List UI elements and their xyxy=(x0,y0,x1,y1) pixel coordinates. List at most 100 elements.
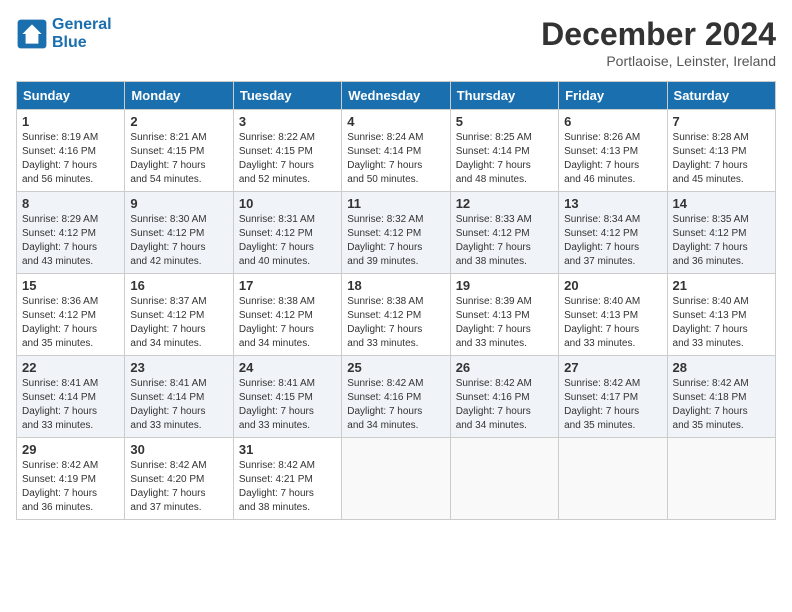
day-info: Sunrise: 8:32 AMSunset: 4:12 PMDaylight:… xyxy=(347,213,444,269)
day-info: Sunrise: 8:34 AMSunset: 4:12 PMDaylight:… xyxy=(564,213,661,269)
calendar-cell xyxy=(342,438,450,520)
weekday-header: Wednesday xyxy=(342,82,450,110)
calendar-cell: 19Sunrise: 8:39 AMSunset: 4:13 PMDayligh… xyxy=(450,274,558,356)
day-info: Sunrise: 8:35 AMSunset: 4:12 PMDaylight:… xyxy=(673,213,770,269)
calendar-cell: 9 Sunrise: 8:30 AMSunset: 4:12 PMDaylight… xyxy=(125,192,233,274)
calendar-cell: 15Sunrise: 8:36 AMSunset: 4:12 PMDayligh… xyxy=(17,274,125,356)
calendar-cell: 16Sunrise: 8:37 AMSunset: 4:12 PMDayligh… xyxy=(125,274,233,356)
calendar-cell: 22 Sunrise: 8:41 AMSunset: 4:14 PMDayligh… xyxy=(17,356,125,438)
calendar-cell: 26 Sunrise: 8:42 AMSunset: 4:16 PMDayligh… xyxy=(450,356,558,438)
location-title: Portlaoise, Leinster, Ireland xyxy=(541,53,776,69)
day-number: 18 xyxy=(347,278,444,293)
calendar-row: 8 Sunrise: 8:29 AMSunset: 4:12 PMDaylight… xyxy=(17,192,776,274)
day-number: 7 xyxy=(673,114,770,129)
calendar-cell: 11 Sunrise: 8:32 AMSunset: 4:12 PMDayligh… xyxy=(342,192,450,274)
calendar-cell: 8 Sunrise: 8:29 AMSunset: 4:12 PMDaylight… xyxy=(17,192,125,274)
day-number: 27 xyxy=(564,360,661,375)
day-info: Sunrise: 8:42 AMSunset: 4:16 PMDaylight:… xyxy=(456,377,553,433)
weekday-header: Thursday xyxy=(450,82,558,110)
day-number: 15 xyxy=(22,278,119,293)
day-info: Sunrise: 8:29 AMSunset: 4:12 PMDaylight:… xyxy=(22,213,119,269)
day-number: 8 xyxy=(22,196,119,211)
day-number: 1 xyxy=(22,114,119,129)
day-number: 16 xyxy=(130,278,227,293)
day-number: 20 xyxy=(564,278,661,293)
day-number: 13 xyxy=(564,196,661,211)
logo-general: General xyxy=(52,16,112,34)
day-info: Sunrise: 8:19 AMSunset: 4:16 PMDaylight:… xyxy=(22,131,119,187)
day-info: Sunrise: 8:26 AMSunset: 4:13 PMDaylight:… xyxy=(564,131,661,187)
day-info: Sunrise: 8:42 AMSunset: 4:21 PMDaylight:… xyxy=(239,459,336,515)
calendar-cell: 1 Sunrise: 8:19 AMSunset: 4:16 PMDaylight… xyxy=(17,110,125,192)
calendar-cell xyxy=(667,438,775,520)
day-number: 2 xyxy=(130,114,227,129)
calendar-cell: 18 Sunrise: 8:38 AMSunset: 4:12 PMDayligh… xyxy=(342,274,450,356)
calendar-row: 1 Sunrise: 8:19 AMSunset: 4:16 PMDaylight… xyxy=(17,110,776,192)
calendar-cell: 24 Sunrise: 8:41 AMSunset: 4:15 PMDayligh… xyxy=(233,356,341,438)
day-number: 6 xyxy=(564,114,661,129)
day-info: Sunrise: 8:38 AMSunset: 4:12 PMDaylight:… xyxy=(347,295,444,351)
logo: General Blue xyxy=(16,16,112,52)
calendar-table: SundayMondayTuesdayWednesdayThursdayFrid… xyxy=(16,81,776,520)
day-number: 25 xyxy=(347,360,444,375)
calendar-cell: 30 Sunrise: 8:42 AMSunset: 4:20 PMDayligh… xyxy=(125,438,233,520)
day-info: Sunrise: 8:33 AMSunset: 4:12 PMDaylight:… xyxy=(456,213,553,269)
day-number: 26 xyxy=(456,360,553,375)
day-number: 17 xyxy=(239,278,336,293)
day-number: 29 xyxy=(22,442,119,457)
calendar-cell: 5 Sunrise: 8:25 AMSunset: 4:14 PMDaylight… xyxy=(450,110,558,192)
calendar-cell: 2 Sunrise: 8:21 AMSunset: 4:15 PMDaylight… xyxy=(125,110,233,192)
day-info: Sunrise: 8:41 AMSunset: 4:15 PMDaylight:… xyxy=(239,377,336,433)
calendar-cell: 6 Sunrise: 8:26 AMSunset: 4:13 PMDaylight… xyxy=(559,110,667,192)
calendar-cell: 14 Sunrise: 8:35 AMSunset: 4:12 PMDayligh… xyxy=(667,192,775,274)
day-number: 24 xyxy=(239,360,336,375)
day-number: 22 xyxy=(22,360,119,375)
day-number: 23 xyxy=(130,360,227,375)
logo-icon xyxy=(16,18,48,50)
day-info: Sunrise: 8:42 AMSunset: 4:19 PMDaylight:… xyxy=(22,459,119,515)
day-number: 28 xyxy=(673,360,770,375)
calendar-cell: 25Sunrise: 8:42 AMSunset: 4:16 PMDayligh… xyxy=(342,356,450,438)
day-number: 9 xyxy=(130,196,227,211)
calendar-cell: 27 Sunrise: 8:42 AMSunset: 4:17 PMDayligh… xyxy=(559,356,667,438)
weekday-header: Friday xyxy=(559,82,667,110)
day-info: Sunrise: 8:25 AMSunset: 4:14 PMDaylight:… xyxy=(456,131,553,187)
calendar-row: 22 Sunrise: 8:41 AMSunset: 4:14 PMDayligh… xyxy=(17,356,776,438)
calendar-cell: 21 Sunrise: 8:40 AMSunset: 4:13 PMDayligh… xyxy=(667,274,775,356)
day-info: Sunrise: 8:40 AMSunset: 4:13 PMDaylight:… xyxy=(673,295,770,351)
day-info: Sunrise: 8:30 AMSunset: 4:12 PMDaylight:… xyxy=(130,213,227,269)
calendar-cell: 10Sunrise: 8:31 AMSunset: 4:12 PMDayligh… xyxy=(233,192,341,274)
month-title: December 2024 xyxy=(541,16,776,53)
day-number: 12 xyxy=(456,196,553,211)
day-info: Sunrise: 8:41 AMSunset: 4:14 PMDaylight:… xyxy=(22,377,119,433)
weekday-header: Tuesday xyxy=(233,82,341,110)
weekday-header: Sunday xyxy=(17,82,125,110)
day-info: Sunrise: 8:24 AMSunset: 4:14 PMDaylight:… xyxy=(347,131,444,187)
day-info: Sunrise: 8:39 AMSunset: 4:13 PMDaylight:… xyxy=(456,295,553,351)
day-info: Sunrise: 8:38 AMSunset: 4:12 PMDaylight:… xyxy=(239,295,336,351)
day-info: Sunrise: 8:28 AMSunset: 4:13 PMDaylight:… xyxy=(673,131,770,187)
calendar-cell: 28Sunrise: 8:42 AMSunset: 4:18 PMDayligh… xyxy=(667,356,775,438)
calendar-cell: 4Sunrise: 8:24 AMSunset: 4:14 PMDaylight… xyxy=(342,110,450,192)
calendar-cell: 23 Sunrise: 8:41 AMSunset: 4:14 PMDayligh… xyxy=(125,356,233,438)
day-info: Sunrise: 8:42 AMSunset: 4:17 PMDaylight:… xyxy=(564,377,661,433)
day-number: 31 xyxy=(239,442,336,457)
calendar-cell: 17 Sunrise: 8:38 AMSunset: 4:12 PMDayligh… xyxy=(233,274,341,356)
day-number: 3 xyxy=(239,114,336,129)
calendar-cell: 20Sunrise: 8:40 AMSunset: 4:13 PMDayligh… xyxy=(559,274,667,356)
day-number: 21 xyxy=(673,278,770,293)
calendar-cell: 3Sunrise: 8:22 AMSunset: 4:15 PMDaylight… xyxy=(233,110,341,192)
title-area: December 2024 Portlaoise, Leinster, Irel… xyxy=(541,16,776,69)
day-number: 5 xyxy=(456,114,553,129)
day-number: 10 xyxy=(239,196,336,211)
day-number: 14 xyxy=(673,196,770,211)
day-info: Sunrise: 8:21 AMSunset: 4:15 PMDaylight:… xyxy=(130,131,227,187)
calendar-cell: 13 Sunrise: 8:34 AMSunset: 4:12 PMDayligh… xyxy=(559,192,667,274)
day-number: 30 xyxy=(130,442,227,457)
day-info: Sunrise: 8:41 AMSunset: 4:14 PMDaylight:… xyxy=(130,377,227,433)
day-info: Sunrise: 8:42 AMSunset: 4:20 PMDaylight:… xyxy=(130,459,227,515)
day-number: 11 xyxy=(347,196,444,211)
weekday-header: Monday xyxy=(125,82,233,110)
calendar-cell xyxy=(450,438,558,520)
calendar-cell: 7 Sunrise: 8:28 AMSunset: 4:13 PMDaylight… xyxy=(667,110,775,192)
